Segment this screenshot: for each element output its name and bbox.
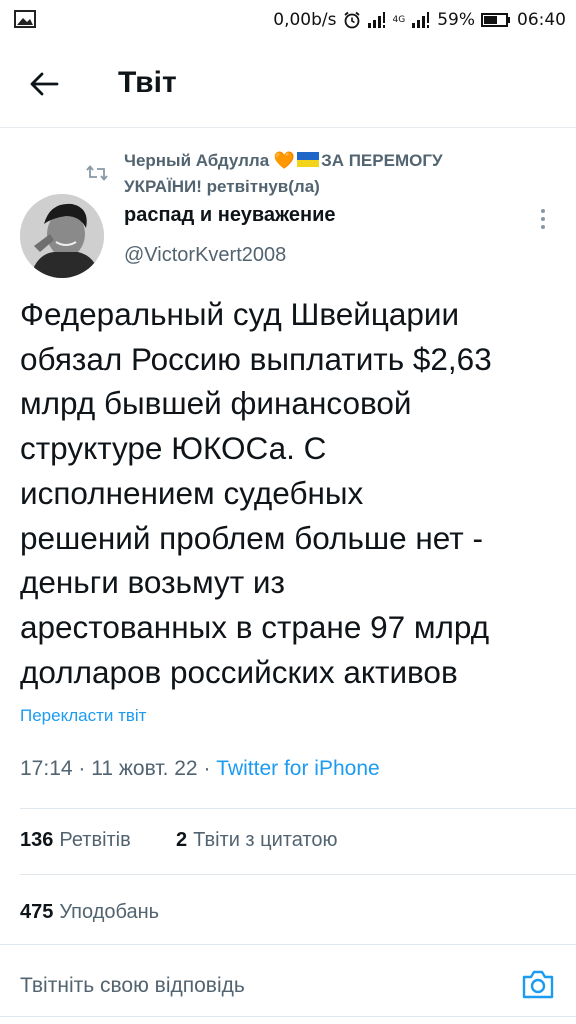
dot xyxy=(541,209,545,213)
quotes-stat[interactable]: 2 Твіти з цитатою xyxy=(176,829,337,852)
signal-icon-1 xyxy=(367,12,385,28)
avatar-photo xyxy=(20,194,104,278)
app-header: Твіт xyxy=(0,40,576,128)
retweet-icon xyxy=(86,165,108,181)
author-display-name[interactable]: распад и неуважение xyxy=(124,204,336,227)
meta-separator: · xyxy=(72,757,92,780)
meta-separator: · xyxy=(197,757,217,780)
clock: 06:40 xyxy=(517,10,566,30)
battery-icon xyxy=(481,13,510,27)
divider xyxy=(0,944,576,945)
dot xyxy=(541,217,545,221)
quotes-count: 2 xyxy=(176,829,188,851)
tweet-client-link[interactable]: Twitter for iPhone xyxy=(216,757,379,780)
likes-stat[interactable]: 475 Уподобань xyxy=(20,901,159,924)
likes-count: 475 xyxy=(20,901,54,923)
orange-heart-emoji: 🧡 xyxy=(273,151,296,170)
divider xyxy=(0,1016,576,1017)
retweet-context[interactable]: Черный Абдулла 🧡 ЗА ПЕРЕМОГУ УКРАЇНИ! рет… xyxy=(124,148,524,200)
retweeter-name: Черный Абдулла xyxy=(124,151,270,170)
ukraine-flag-icon xyxy=(297,152,320,167)
dot xyxy=(541,225,545,229)
divider xyxy=(20,808,576,809)
retweets-count: 136 xyxy=(20,829,54,851)
likes-label: Уподобань xyxy=(59,901,160,923)
divider xyxy=(20,874,576,875)
back-button[interactable] xyxy=(22,64,66,104)
author-handle[interactable]: @VictorKvert2008 xyxy=(124,244,286,267)
tweet-text: Федеральный суд Швейцарии обязал Россию … xyxy=(20,296,492,690)
network-speed: 0,00b/s xyxy=(273,10,337,30)
more-options-button[interactable] xyxy=(530,204,556,234)
retweets-label: Ретвітів xyxy=(59,829,131,851)
page-title: Твіт xyxy=(118,66,177,99)
arrow-left-icon xyxy=(30,72,59,96)
retweets-stat[interactable]: 136 Ретвітів xyxy=(20,829,131,852)
signal-icon-2 xyxy=(412,12,430,28)
tweet-date: 11 жовт. 22 xyxy=(91,757,198,780)
camera-icon xyxy=(522,970,554,999)
gallery-notification-icon xyxy=(14,10,36,28)
status-bar: 0,00b/s 4G 59% 06:40 xyxy=(0,0,576,40)
camera-button[interactable] xyxy=(518,964,558,1004)
quotes-label: Твіти з цитатою xyxy=(193,829,338,851)
battery-percent: 59% xyxy=(437,10,475,30)
status-right: 0,00b/s 4G 59% 06:40 xyxy=(273,8,566,32)
avatar[interactable] xyxy=(20,194,104,278)
lte-label: 4G xyxy=(392,15,406,25)
reply-input[interactable]: Твітніть свою відповідь xyxy=(20,968,480,1004)
tweet-time: 17:14 xyxy=(20,757,73,780)
translate-tweet-link[interactable]: Перекласти твіт xyxy=(20,706,146,726)
alarm-icon xyxy=(343,11,360,29)
tweet-meta: 17:14 · 11 жовт. 22 · Twitter for iPhone xyxy=(20,757,380,781)
